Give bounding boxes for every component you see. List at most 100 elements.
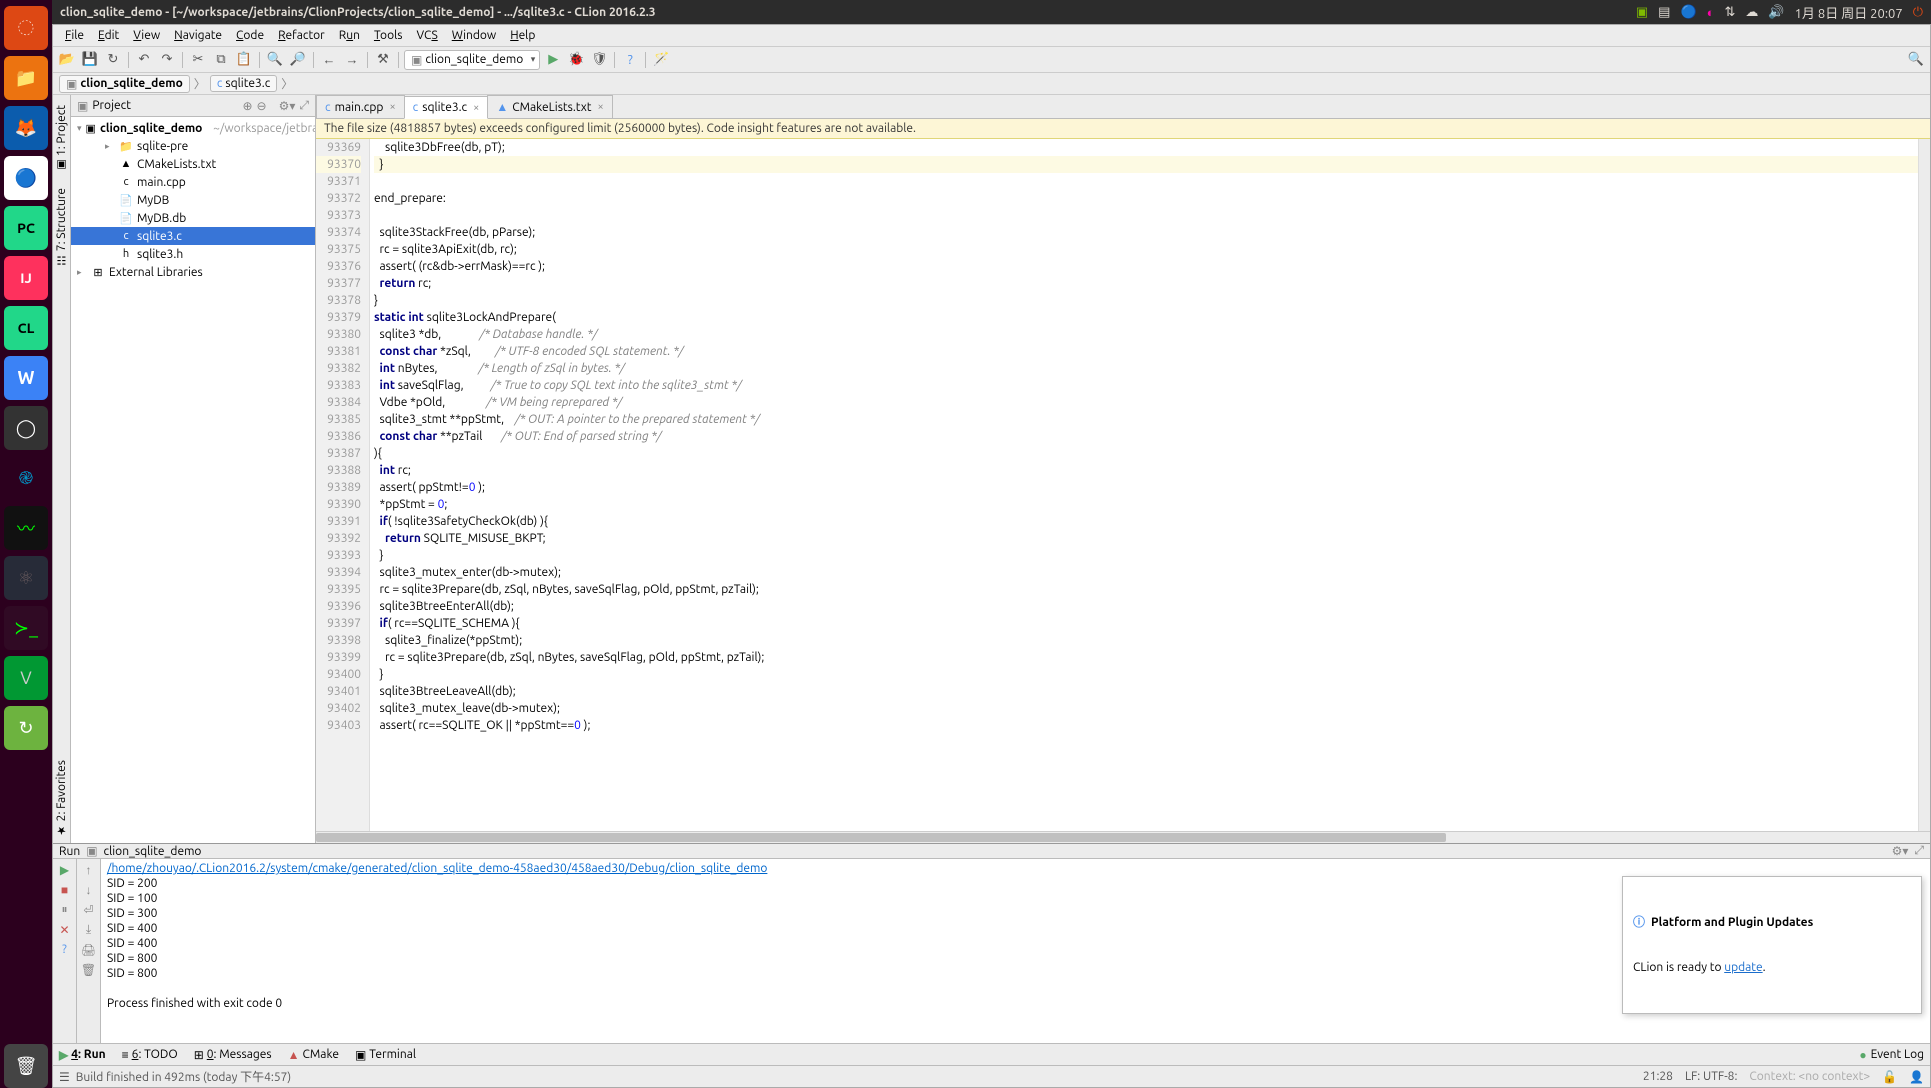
load-icon[interactable]: ↻: [4, 706, 48, 750]
tree-item[interactable]: ▸📁sqlite-pre: [71, 137, 315, 155]
menu-vcs[interactable]: VCS: [410, 27, 443, 44]
pycharm-icon[interactable]: PC: [4, 206, 48, 250]
volume-icon[interactable]: 🔊: [1768, 5, 1784, 20]
find-icon[interactable]: 🔍: [265, 50, 285, 70]
input-icon[interactable]: ☁: [1745, 5, 1758, 20]
gear-icon[interactable]: ⚙▾: [1892, 844, 1909, 858]
tab-run[interactable]: ▶4: Run: [59, 1048, 106, 1062]
menu-tools[interactable]: Tools: [368, 27, 409, 44]
circle-icon[interactable]: ◯: [4, 406, 48, 450]
indicator-icon[interactable]: ▣: [1636, 5, 1648, 20]
code-editor[interactable]: 9336993370933719337293373933749337593376…: [316, 139, 1930, 831]
sync-icon[interactable]: ↻: [103, 50, 123, 70]
cursor-position[interactable]: 21:28: [1643, 1070, 1673, 1083]
run-config-combo[interactable]: ▣clion_sqlite_demo: [404, 50, 540, 70]
project-tree[interactable]: ▾▣ clion_sqlite_demo ~/workspace/jetbrai…: [71, 117, 315, 843]
files-icon[interactable]: 📁: [4, 56, 48, 100]
menu-edit[interactable]: Edit: [92, 27, 125, 44]
up-icon[interactable]: ↑: [86, 863, 92, 877]
firefox-icon[interactable]: 🦊: [4, 106, 48, 150]
save-icon[interactable]: 💾: [80, 50, 100, 70]
editor-tab[interactable]: cmain.cpp×: [316, 95, 405, 118]
wrap-icon[interactable]: ⏎: [83, 903, 93, 917]
terminal-icon[interactable]: ≻_: [4, 606, 48, 650]
scroll-icon[interactable]: ⤓: [86, 923, 91, 937]
menu-run[interactable]: Run: [333, 27, 366, 44]
forward-icon[interactable]: →: [342, 50, 362, 70]
tree-item[interactable]: 📄MyDB: [71, 191, 315, 209]
menu-window[interactable]: Window: [446, 27, 502, 44]
close-tab-icon[interactable]: ×: [473, 102, 479, 114]
tab-favorites[interactable]: ★ 2: Favorites: [54, 754, 69, 843]
open-icon[interactable]: 📂: [57, 50, 77, 70]
horizontal-scrollbar[interactable]: [316, 831, 1930, 843]
breadcrumb-root[interactable]: ▣clion_sqlite_demo: [59, 75, 190, 93]
debug-icon[interactable]: 🐞: [566, 50, 586, 70]
menu-navigate[interactable]: Navigate: [168, 27, 228, 44]
hide-icon[interactable]: ⤢: [1914, 844, 1924, 858]
gear-icon[interactable]: ⚙▾: [279, 99, 296, 113]
clear-icon[interactable]: 🗑: [81, 963, 96, 977]
tree-item[interactable]: 📄MyDB.db: [71, 209, 315, 227]
update-link[interactable]: update: [1724, 961, 1762, 974]
paste-icon[interactable]: 📋: [234, 50, 254, 70]
vim-icon[interactable]: V: [4, 656, 48, 700]
chrome-indicator-icon[interactable]: 🔵: [1680, 5, 1696, 20]
coverage-icon[interactable]: 🛡: [589, 50, 609, 70]
encoding[interactable]: LF: UTF-8:: [1685, 1070, 1737, 1083]
tree-item[interactable]: hsqlite3.h: [71, 245, 315, 263]
system-monitor-icon[interactable]: 〰: [4, 506, 48, 550]
down-icon[interactable]: ↓: [86, 883, 92, 897]
menu-help[interactable]: Help: [504, 27, 541, 44]
clion-icon[interactable]: CL: [4, 306, 48, 350]
menu-refactor[interactable]: Refactor: [272, 27, 331, 44]
atom-icon[interactable]: ⚛: [4, 556, 48, 600]
run-icon[interactable]: ▶: [543, 50, 563, 70]
network-icon[interactable]: ⇅: [1724, 5, 1735, 20]
tree-external-libs[interactable]: ▸⊞External Libraries: [71, 263, 315, 281]
tree-item[interactable]: ▲CMakeLists.txt: [71, 155, 315, 173]
update-notification[interactable]: ⓘPlatform and Plugin Updates CLion is re…: [1622, 876, 1922, 1014]
wps-icon[interactable]: W: [4, 356, 48, 400]
help-icon[interactable]: ?: [62, 943, 67, 956]
rerun-icon[interactable]: ▶: [60, 863, 69, 877]
search-everywhere-icon[interactable]: 🔍: [1906, 50, 1926, 70]
menu-view[interactable]: View: [127, 27, 166, 44]
run-output[interactable]: /home/zhouyao/.CLion2016.2/system/cmake/…: [101, 859, 1930, 1058]
close-tab-icon[interactable]: ×: [389, 101, 395, 113]
swirl-icon[interactable]: ֎: [4, 456, 48, 500]
print-icon[interactable]: 🖨: [81, 943, 96, 957]
menu-code[interactable]: Code: [230, 27, 270, 44]
editor-tab[interactable]: csqlite3.c×: [404, 96, 489, 119]
tab-structure[interactable]: ☷ 7: Structure: [54, 182, 69, 273]
replace-icon[interactable]: 🔎: [288, 50, 308, 70]
error-stripe[interactable]: [1918, 139, 1930, 831]
stop-icon[interactable]: ■: [61, 883, 68, 897]
lock-icon[interactable]: 🔓: [1882, 1070, 1897, 1084]
indicator-icon[interactable]: ▤: [1658, 5, 1670, 20]
menu-file[interactable]: File: [59, 27, 90, 44]
collapse-icon[interactable]: ⊕: [242, 99, 252, 113]
build-icon[interactable]: ⚒: [373, 50, 393, 70]
editor-tab[interactable]: ▲CMakeLists.txt×: [487, 95, 612, 118]
breadcrumb-file[interactable]: csqlite3.c: [210, 75, 277, 92]
indicator-icon[interactable]: ◐: [1707, 5, 1715, 20]
cut-icon[interactable]: ✂: [188, 50, 208, 70]
context[interactable]: Context: <no context>: [1749, 1070, 1870, 1083]
close-icon[interactable]: ✕: [59, 923, 69, 937]
collapse-icon[interactable]: ⊖: [257, 99, 267, 113]
status-icon[interactable]: ☰: [59, 1070, 70, 1084]
ubuntu-dash-icon[interactable]: ◌: [4, 6, 48, 50]
trash-icon[interactable]: 🗑: [4, 1044, 48, 1088]
tree-root[interactable]: ▾▣ clion_sqlite_demo ~/workspace/jetbrai…: [71, 119, 315, 137]
power-icon[interactable]: ⏻: [1913, 5, 1923, 20]
copy-icon[interactable]: ⧉: [211, 50, 231, 70]
tree-item[interactable]: cmain.cpp: [71, 173, 315, 191]
close-tab-icon[interactable]: ×: [597, 101, 603, 113]
datetime[interactable]: 1月 8日 周日 20:07: [1795, 3, 1903, 22]
tree-item[interactable]: csqlite3.c: [71, 227, 315, 245]
hide-icon[interactable]: ⤢: [299, 99, 309, 113]
tab-project[interactable]: ▣ 1: Project: [54, 99, 69, 178]
intellij-icon[interactable]: IJ: [4, 256, 48, 300]
wand-icon[interactable]: 🪄: [651, 50, 671, 70]
